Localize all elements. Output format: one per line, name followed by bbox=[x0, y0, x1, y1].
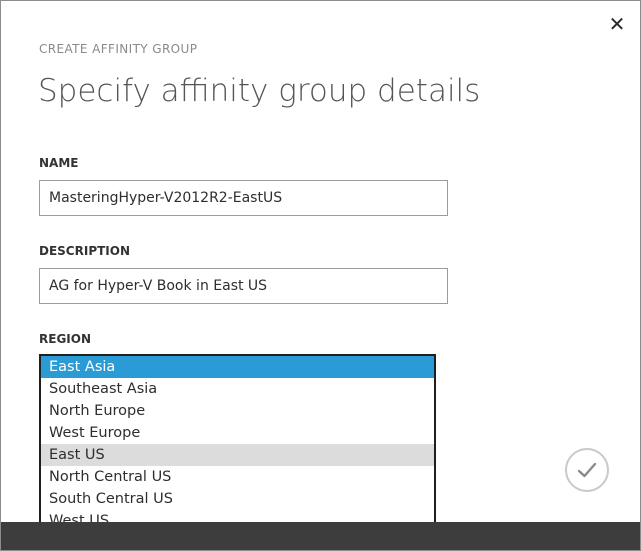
bottom-bar bbox=[1, 522, 640, 550]
region-option-east-asia[interactable]: East Asia bbox=[41, 356, 434, 378]
region-option-north-central-us[interactable]: North Central US bbox=[41, 466, 434, 488]
description-input[interactable]: AG for Hyper-V Book in East US bbox=[39, 268, 448, 304]
region-option-north-europe[interactable]: North Europe bbox=[41, 400, 434, 422]
region-option-west-europe[interactable]: West Europe bbox=[41, 422, 434, 444]
close-button[interactable]: ✕ bbox=[604, 11, 630, 37]
dialog-title: Specify affinity group details bbox=[38, 73, 481, 109]
name-input[interactable]: MasteringHyper-V2012R2-EastUS bbox=[39, 180, 448, 216]
region-dropdown-list[interactable]: East Asia Southeast Asia North Europe We… bbox=[39, 354, 436, 550]
close-icon: ✕ bbox=[608, 12, 626, 36]
region-label: REGION bbox=[39, 332, 91, 346]
region-option-southeast-asia[interactable]: Southeast Asia bbox=[41, 378, 434, 400]
region-option-south-central-us[interactable]: South Central US bbox=[41, 488, 434, 510]
confirm-button[interactable] bbox=[565, 448, 609, 492]
region-option-east-us[interactable]: East US bbox=[41, 444, 434, 466]
dialog-subtitle: CREATE AFFINITY GROUP bbox=[39, 42, 198, 56]
name-label: NAME bbox=[39, 156, 79, 170]
checkmark-icon bbox=[577, 462, 597, 478]
create-affinity-group-dialog: ✕ CREATE AFFINITY GROUP Specify affinity… bbox=[0, 0, 641, 551]
description-label: DESCRIPTION bbox=[39, 244, 131, 258]
